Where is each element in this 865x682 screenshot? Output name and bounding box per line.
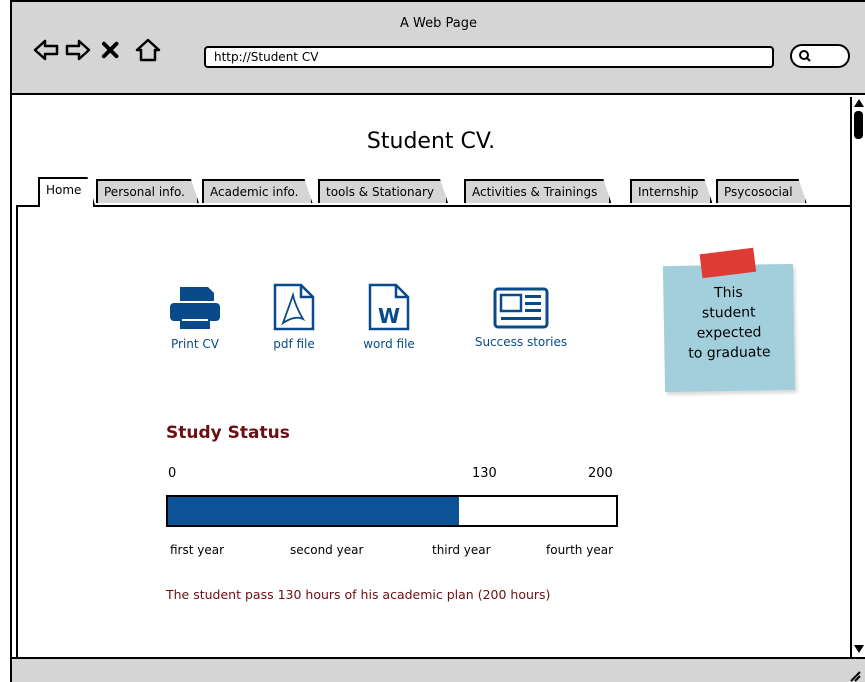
sticky-note: This student expected to graduate xyxy=(662,247,796,393)
page-title: Student CV. xyxy=(366,129,496,154)
word-file-icon: W xyxy=(368,283,410,331)
study-progress-fill xyxy=(168,497,460,525)
tab-tools-stationary[interactable]: tools & Stationary xyxy=(318,179,448,203)
home-icon[interactable] xyxy=(134,36,162,64)
study-progress-bar xyxy=(166,495,618,527)
pdf-file-button[interactable]: pdf file xyxy=(264,283,324,351)
tab-academic-info[interactable]: Academic info. xyxy=(202,179,313,203)
study-summary: The student pass 130 hours of his academ… xyxy=(166,587,551,602)
word-file-button[interactable]: W word file xyxy=(354,283,424,351)
tab-psycosocial[interactable]: Psycosocial xyxy=(716,179,807,203)
search-box[interactable] xyxy=(790,44,850,68)
back-icon[interactable] xyxy=(32,36,60,64)
resize-grip-icon[interactable] xyxy=(847,668,861,682)
tape xyxy=(699,247,757,279)
year-label-third: third year xyxy=(432,543,491,557)
window-title: A Web Page xyxy=(400,16,477,31)
browser-chrome: A Web Page http://Student CV xyxy=(12,2,865,95)
sticky-note-text: This student expected to graduate xyxy=(688,284,771,362)
print-cv-button[interactable]: Print CV xyxy=(162,285,228,351)
status-bar xyxy=(12,657,865,682)
scale-current: 130 xyxy=(472,466,497,481)
svg-text:W: W xyxy=(378,304,400,328)
year-label-first: first year xyxy=(170,543,225,557)
scroll-up-icon[interactable] xyxy=(854,99,864,107)
pdf-file-label: pdf file xyxy=(273,337,315,351)
success-stories-label: Success stories xyxy=(474,335,568,349)
tab-home[interactable]: Home xyxy=(38,177,95,207)
scale-end: 200 xyxy=(588,466,613,481)
scroll-down-icon[interactable] xyxy=(854,645,864,653)
tab-personal-info[interactable]: Personal info. xyxy=(96,179,199,203)
tab-activities-trainings[interactable]: Activities & Trainings xyxy=(464,179,611,203)
word-file-label: word file xyxy=(363,337,415,351)
search-icon xyxy=(799,50,811,62)
pdf-file-icon xyxy=(273,283,315,331)
success-stories-button[interactable]: Success stories xyxy=(458,287,584,349)
browser-window: A Web Page http://Student CV Student CV.… xyxy=(10,0,865,682)
tab-internship[interactable]: Internship xyxy=(630,179,712,203)
vertical-scrollbar[interactable] xyxy=(850,97,865,657)
year-label-fourth: fourth year xyxy=(546,543,614,557)
printer-icon xyxy=(170,287,220,329)
scale-start: 0 xyxy=(168,466,177,481)
address-bar[interactable]: http://Student CV xyxy=(204,46,774,68)
page-content: Student CV. Home Personal info. Academic… xyxy=(12,97,850,665)
scroll-thumb[interactable] xyxy=(854,111,863,139)
year-label-second: second year xyxy=(290,543,364,557)
forward-icon[interactable] xyxy=(64,36,92,64)
study-status-heading: Study Status xyxy=(166,423,290,443)
print-cv-label: Print CV xyxy=(170,337,219,351)
stop-icon[interactable] xyxy=(100,36,122,64)
newspaper-icon xyxy=(493,287,549,329)
